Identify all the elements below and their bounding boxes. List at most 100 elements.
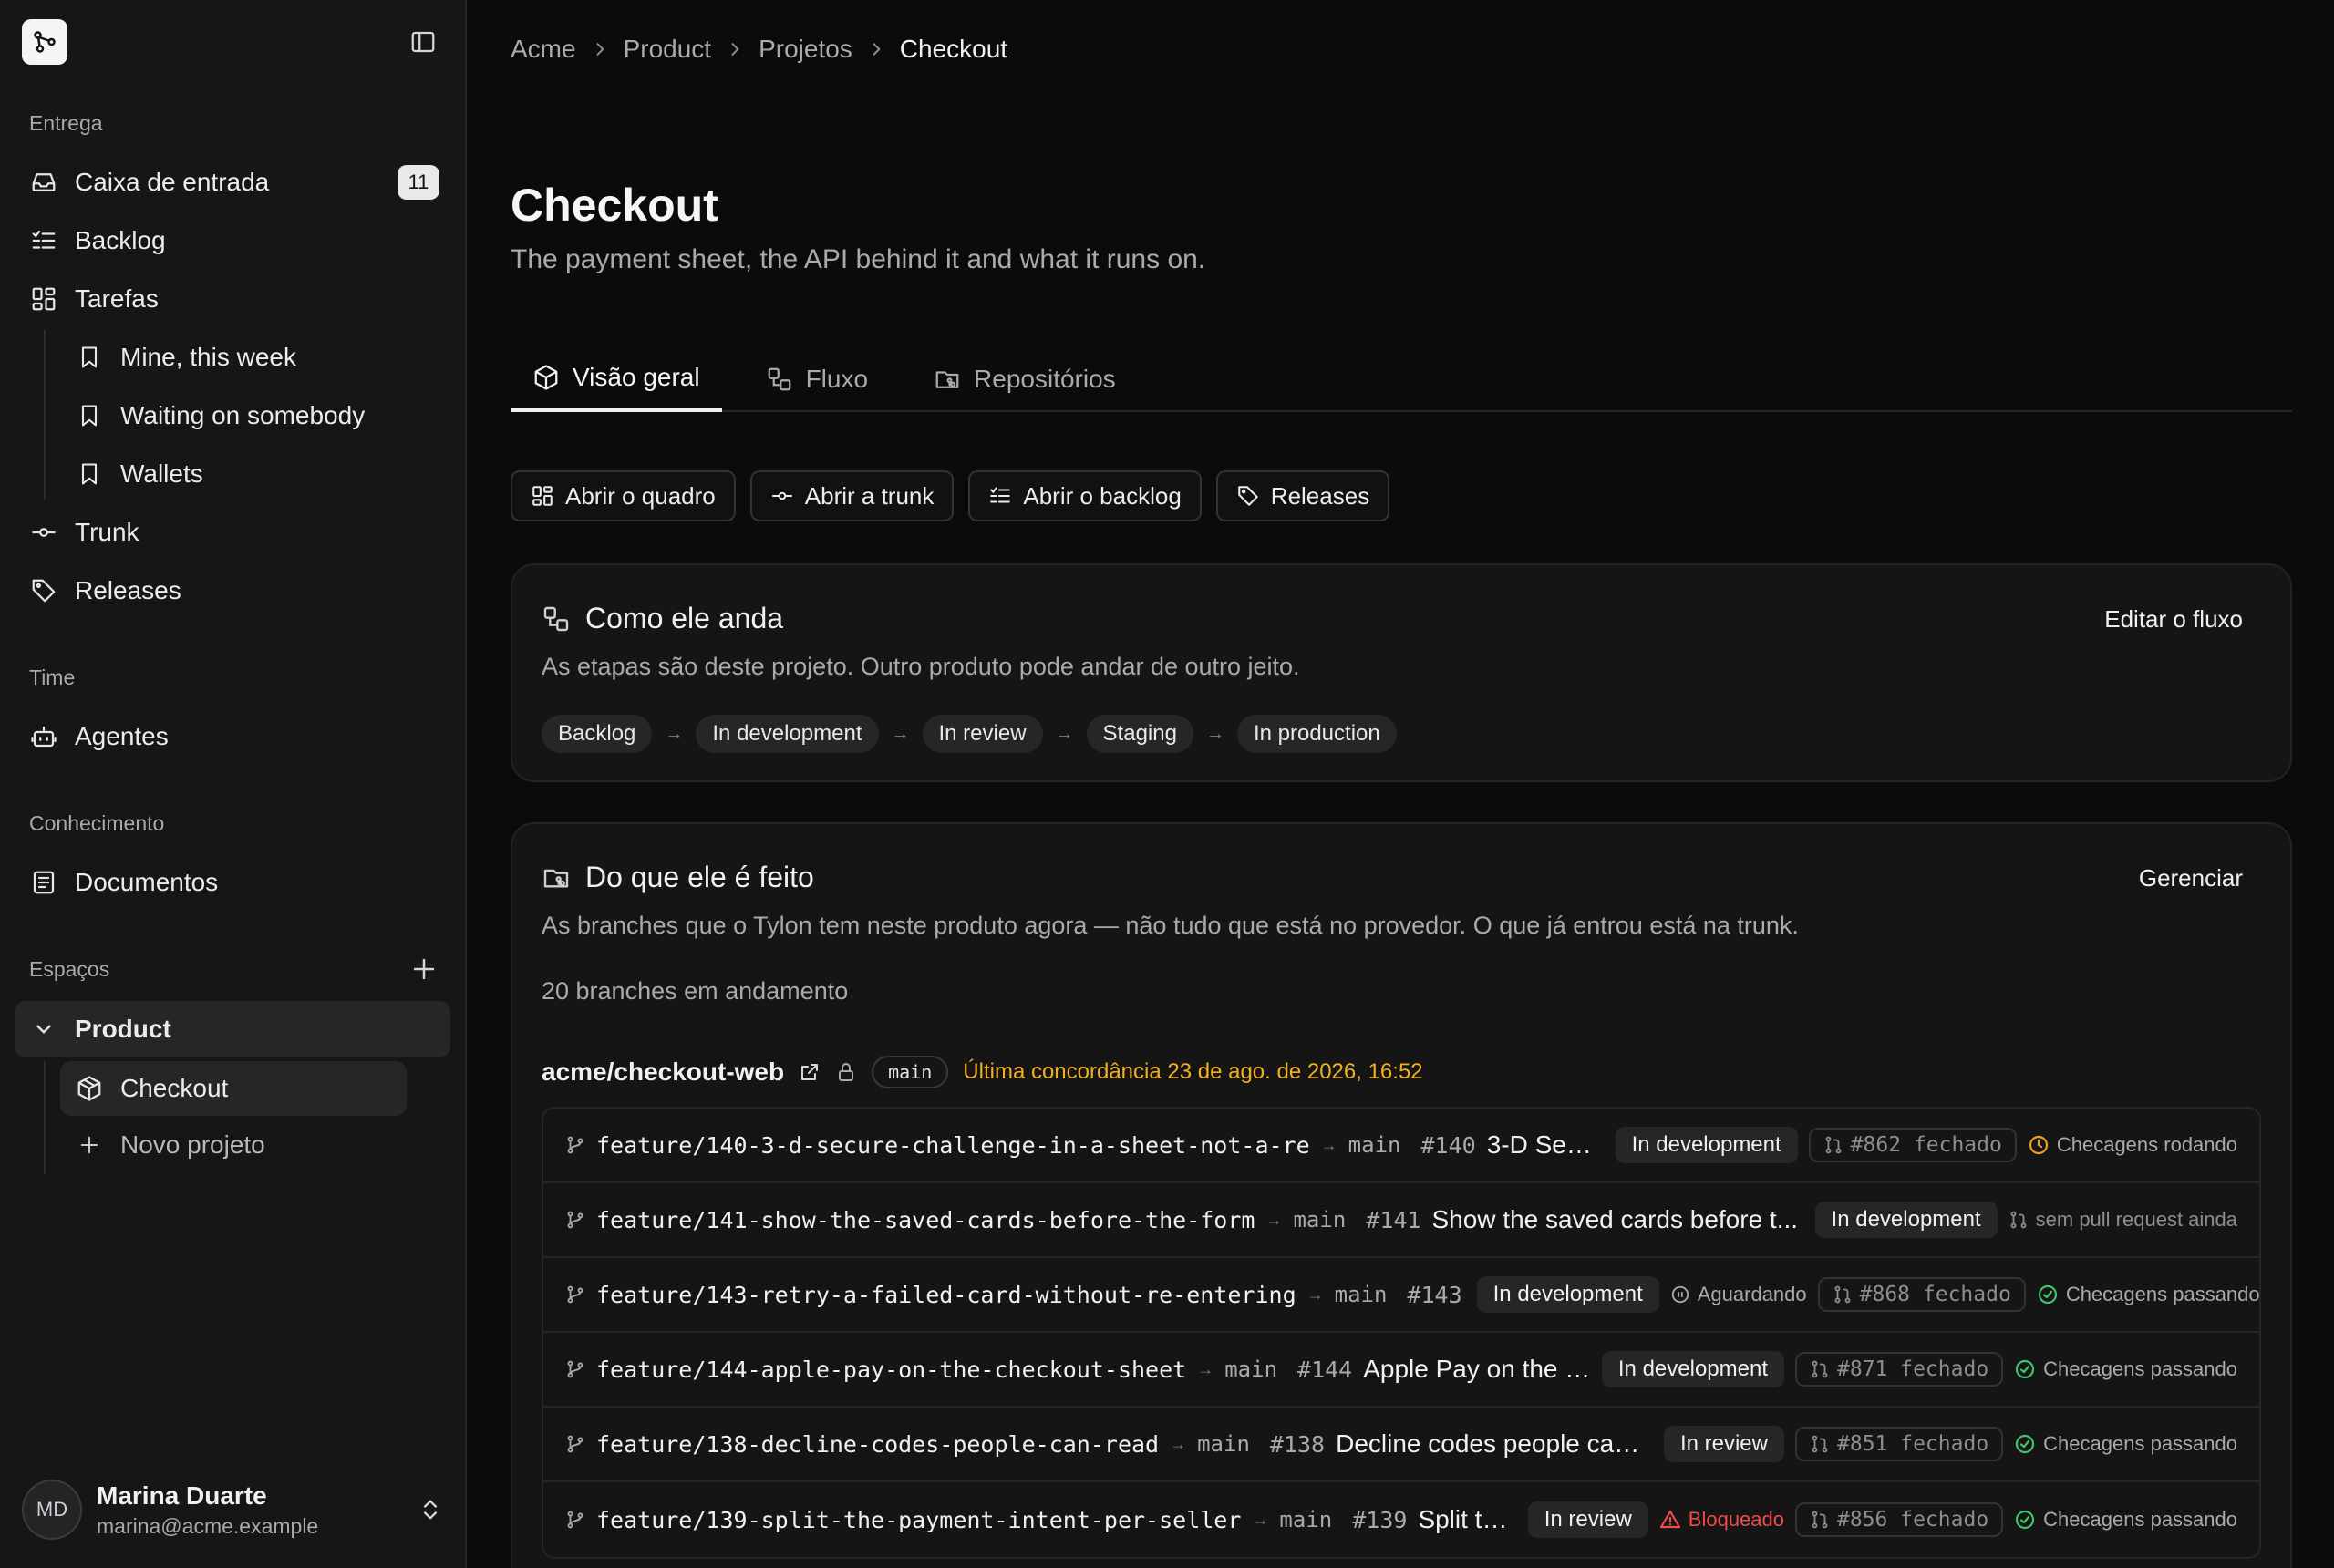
sidebar-item-label: Product <box>75 1015 171 1043</box>
table-row[interactable]: feature/141-show-the-saved-cards-before-… <box>543 1183 2259 1258</box>
pull-request-icon <box>1810 1434 1830 1454</box>
checks-label: Checagens passando <box>2043 1432 2237 1455</box>
workflow-icon <box>766 366 793 393</box>
sidebar-item-label: Mine, this week <box>120 343 296 371</box>
tab-label: Fluxo <box>805 365 869 393</box>
releases-button[interactable]: Releases <box>1215 470 1390 521</box>
sidebar-new-project[interactable]: Novo projeto <box>60 1118 407 1172</box>
arrow-right-icon: → <box>1197 1359 1214 1378</box>
open-board-button[interactable]: Abrir o quadro <box>511 470 736 521</box>
sidebar-item-label: Backlog <box>75 226 166 254</box>
pull-request-label: #871 fechado <box>1837 1357 1989 1381</box>
status-badge: In review <box>1527 1501 1648 1538</box>
status-badge: In development <box>1814 1202 1998 1238</box>
user-menu[interactable]: MD Marina Duarte marina@acme.example <box>22 1471 443 1548</box>
table-row[interactable]: feature/143-retry-a-failed-card-without-… <box>543 1258 2259 1333</box>
app-logo[interactable] <box>22 19 67 65</box>
pull-request-badge[interactable]: #862 fechado <box>1808 1128 2017 1162</box>
stage-pill: Staging <box>1086 715 1193 753</box>
breadcrumb-product[interactable]: Product <box>624 35 712 64</box>
breadcrumb: Acme Product Projetos Checkout <box>511 35 1007 64</box>
breadcrumb-acme[interactable]: Acme <box>511 35 576 64</box>
sidebar-view-mine[interactable]: Mine, this week <box>60 330 407 385</box>
target-branch: main <box>1334 1282 1388 1307</box>
status-badge: In development <box>1601 1351 1784 1387</box>
edit-flow-link[interactable]: Editar o fluxo <box>2104 605 2243 634</box>
target-branch: main <box>1293 1207 1347 1233</box>
sidebar-item-inbox[interactable]: Caixa de entrada 11 <box>15 155 450 210</box>
task-number: #144 <box>1297 1356 1353 1383</box>
workflow-icon <box>542 604 571 634</box>
button-label: Abrir a trunk <box>804 481 935 510</box>
arrow-right-icon: → <box>1252 1510 1269 1529</box>
sidebar-project-checkout[interactable]: Checkout <box>60 1061 407 1116</box>
sidebar-item-label: Trunk <box>75 518 139 546</box>
pull-request-badge[interactable]: #871 fechado <box>1795 1352 2004 1387</box>
table-row[interactable]: feature/139-split-the-payment-intent-per… <box>543 1482 2259 1557</box>
blocked-status: Bloqueado <box>1659 1508 1784 1532</box>
lock-icon <box>835 1061 857 1083</box>
sidebar-item-trunk[interactable]: Trunk <box>15 505 450 560</box>
sidebar-item-tarefas[interactable]: Tarefas <box>15 272 450 326</box>
package-icon <box>75 1074 104 1103</box>
tag-icon <box>29 576 58 605</box>
page-subtitle: The payment sheet, the API behind it and… <box>511 244 1206 274</box>
stage-pill: In production <box>1236 715 1397 753</box>
table-row[interactable]: feature/140-3-d-secure-challenge-in-a-sh… <box>543 1109 2259 1183</box>
user-email: marina@acme.example <box>97 1513 319 1538</box>
tab-repositorios[interactable]: Repositórios <box>912 346 1138 412</box>
branch-name: feature/138-decline-codes-people-can-rea… <box>596 1430 1160 1458</box>
tab-visao-geral[interactable]: Visão geral <box>511 346 722 412</box>
external-link-icon[interactable] <box>799 1061 821 1083</box>
sidebar-view-waiting[interactable]: Waiting on somebody <box>60 388 407 443</box>
pull-request-badge[interactable]: #856 fechado <box>1795 1502 2004 1537</box>
task-number: #140 <box>1420 1131 1476 1159</box>
pull-request-badge[interactable]: #868 fechado <box>1817 1277 2026 1312</box>
table-row[interactable]: feature/144-apple-pay-on-the-checkout-sh… <box>543 1333 2259 1408</box>
target-branch: main <box>1279 1507 1333 1532</box>
pull-request-badge[interactable]: #851 fechado <box>1795 1427 2004 1461</box>
pull-request-icon <box>1810 1510 1830 1530</box>
manage-link[interactable]: Gerenciar <box>2139 864 2243 892</box>
open-trunk-button[interactable]: Abrir a trunk <box>749 470 955 521</box>
breadcrumb-projetos[interactable]: Projetos <box>759 35 852 64</box>
sidebar-toggle-icon[interactable] <box>403 22 443 62</box>
sidebar-item-label: Wallets <box>120 459 203 488</box>
pull-request-label: #868 fechado <box>1859 1283 2011 1306</box>
sidebar-item-label: Novo projeto <box>120 1130 265 1159</box>
board-icon <box>29 284 58 314</box>
sidebar-item-backlog[interactable]: Backlog <box>15 213 450 268</box>
chevron-right-icon <box>726 40 744 58</box>
checks-status: Checagens passando <box>2014 1357 2237 1381</box>
stage-pill: Backlog <box>542 715 653 753</box>
repo-name[interactable]: acme/checkout-web <box>542 1057 784 1087</box>
stage-pill: In development <box>696 715 879 753</box>
sidebar-space-product[interactable]: Product <box>15 1001 450 1057</box>
flow-card-description: As etapas são deste projeto. Outro produ… <box>542 653 1300 680</box>
flow-card: Como ele anda Editar o fluxo As etapas s… <box>511 563 2292 782</box>
branch-name: feature/143-retry-a-failed-card-without-… <box>596 1281 1296 1308</box>
user-name: Marina Duarte <box>97 1480 267 1510</box>
branch-icon <box>565 1434 585 1454</box>
task-number: #143 <box>1407 1281 1462 1308</box>
section-label-espacos: Espaços <box>29 957 110 981</box>
repo-header: acme/checkout-web main Última concordânc… <box>542 1056 1423 1088</box>
task-number: #141 <box>1366 1206 1421 1233</box>
check-circle-icon <box>2014 1358 2036 1380</box>
row-meta: In development #862 fechado Checagens ro… <box>1615 1127 2237 1163</box>
sidebar-item-documentos[interactable]: Documentos <box>15 855 450 910</box>
table-row[interactable]: feature/138-decline-codes-people-can-rea… <box>543 1408 2259 1482</box>
pull-request-label: #862 fechado <box>1850 1133 2002 1157</box>
sidebar-item-agentes[interactable]: Agentes <box>15 709 450 764</box>
tab-fluxo[interactable]: Fluxo <box>744 346 890 412</box>
checks-status: Checagens passando <box>2014 1432 2237 1456</box>
sidebar-view-wallets[interactable]: Wallets <box>60 447 407 501</box>
sidebar-item-releases[interactable]: Releases <box>15 563 450 618</box>
tab-label: Visão geral <box>573 363 700 391</box>
branch-icon <box>565 1210 585 1230</box>
arrow-right-icon: → <box>1170 1434 1187 1453</box>
add-space-icon[interactable] <box>408 954 439 985</box>
open-backlog-button[interactable]: Abrir o backlog <box>968 470 1202 521</box>
pull-request-icon <box>1823 1135 1843 1155</box>
no-pull-request-status: sem pull request ainda <box>2009 1208 2237 1232</box>
